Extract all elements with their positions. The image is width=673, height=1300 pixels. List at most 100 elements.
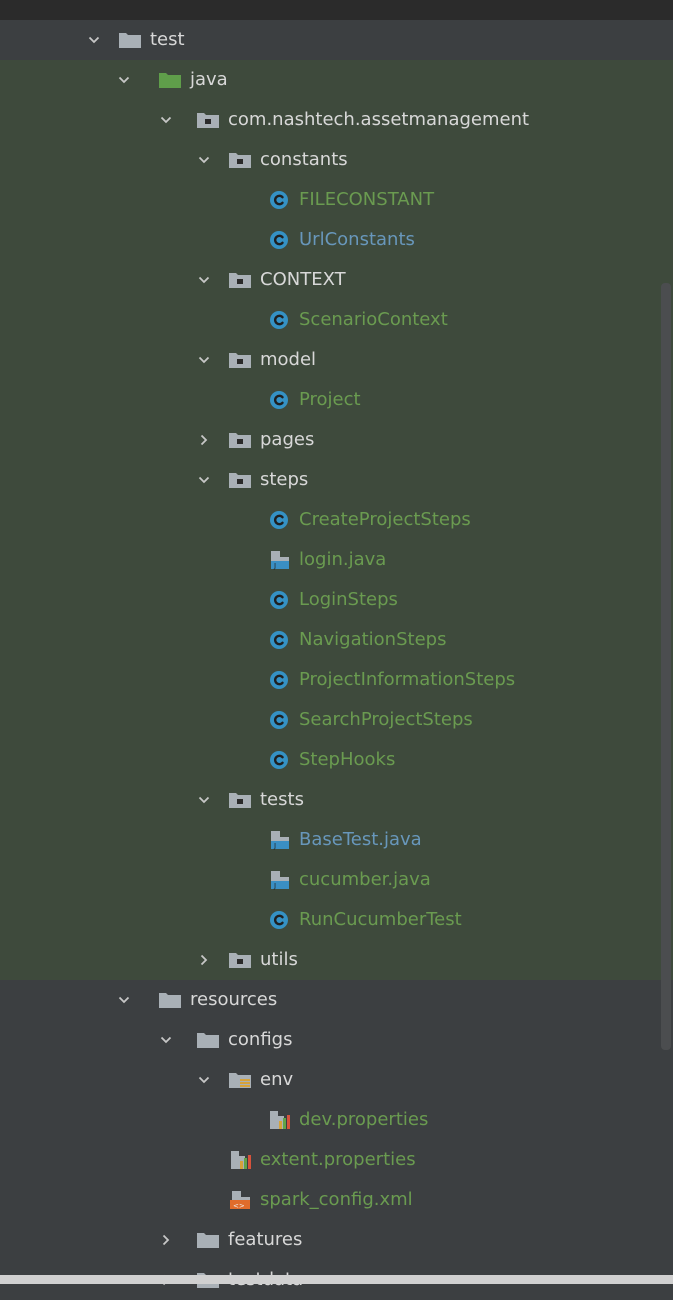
package-icon [228,950,252,970]
class-icon [267,390,291,410]
tree-row[interactable]: Jlogin.java [0,540,673,580]
package-icon [228,350,252,370]
tree-row[interactable]: NavigationSteps [0,620,673,660]
package-icon [228,430,252,450]
chevron-down-icon[interactable] [118,994,130,1006]
package-icon [228,470,252,490]
svg-text:J: J [273,882,276,890]
tree-row[interactable]: dev.properties [0,1100,673,1140]
folder-icon [158,990,182,1010]
java-file-icon: J [267,550,291,570]
tree-item-label: constants [260,149,348,170]
tree-row[interactable]: configs [0,1020,673,1060]
tree-item-label: LoginSteps [299,589,398,610]
chevron-right-icon[interactable] [198,434,210,446]
tree-item-label: login.java [299,549,387,570]
chevron-down-icon[interactable] [198,1074,210,1086]
tree-row[interactable]: java [0,60,673,100]
vertical-scrollbar[interactable] [661,283,671,1050]
tree-row[interactable]: FILECONSTANT [0,180,673,220]
tree-row[interactable]: resources [0,980,673,1020]
source-folder-icon [158,70,182,90]
tree-row[interactable]: RunCucumberTest [0,900,673,940]
package-icon [228,150,252,170]
class-icon [267,630,291,650]
tree-item-label: test [150,29,185,50]
class-icon [267,510,291,530]
folder-icon [196,1030,220,1050]
tree-row[interactable]: Project [0,380,673,420]
tree-item-label: cucumber.java [299,869,431,890]
chevron-down-icon[interactable] [198,154,210,166]
tree-item-label: NavigationSteps [299,629,447,650]
folder-icon [118,30,142,50]
tree-row[interactable]: steps [0,460,673,500]
properties-file-icon [267,1110,291,1130]
folder-icon [196,1230,220,1250]
chevron-right-icon[interactable] [198,954,210,966]
tree-item-label: features [228,1229,303,1250]
chevron-down-icon[interactable] [160,1034,172,1046]
chevron-down-icon[interactable] [118,74,130,86]
tree-item-label: spark_config.xml [260,1189,413,1210]
chevron-right-icon[interactable] [160,1234,172,1246]
tree-row[interactable]: SearchProjectSteps [0,700,673,740]
tree-row[interactable]: model [0,340,673,380]
tree-item-label: ProjectInformationSteps [299,669,516,690]
class-icon [267,710,291,730]
properties-file-icon [228,1150,252,1170]
tree-row[interactable]: pages [0,420,673,460]
svg-text:J: J [273,562,276,570]
tree-row[interactable]: env [0,1060,673,1100]
tree-item-label: pages [260,429,315,450]
java-file-icon: J [267,870,291,890]
tree-row[interactable]: LoginSteps [0,580,673,620]
tree-row[interactable]: tests [0,780,673,820]
tree-row[interactable]: utils [0,940,673,980]
class-icon [267,190,291,210]
tree-row[interactable]: constants [0,140,673,180]
tree-row[interactable]: ScenarioContext [0,300,673,340]
tree-item-label: dev.properties [299,1109,429,1130]
tree-item-label: CONTEXT [260,269,346,290]
class-icon [267,910,291,930]
tree-row[interactable]: Jcucumber.java [0,860,673,900]
tree-row[interactable]: J BaseTest.java [0,820,673,860]
package-icon [228,790,252,810]
java-file-icon: J [267,830,291,850]
tree-row[interactable]: UrlConstants [0,220,673,260]
tree-item-label: FILECONSTANT [299,189,435,210]
tree-item-label: CreateProjectSteps [299,509,471,530]
tree-row[interactable]: features [0,1220,673,1260]
tree-item-label: env [260,1069,294,1090]
chevron-down-icon[interactable] [88,34,100,46]
class-icon [267,670,291,690]
tree-item-label: SearchProjectSteps [299,709,473,730]
chevron-down-icon[interactable] [160,114,172,126]
tree-row[interactable]: ProjectInformationSteps [0,660,673,700]
tree-item-label: com.nashtech.assetmanagement [228,109,530,130]
svg-text:J: J [273,842,276,850]
tree-item-label: configs [228,1029,293,1050]
tree-row[interactable]: CreateProjectSteps [0,500,673,540]
package-icon [228,270,252,290]
tree-row[interactable]: com.nashtech.assetmanagement [0,100,673,140]
tree-item-label: tests [260,789,304,810]
tree-row[interactable]: StepHooks [0,740,673,780]
tree-item-label: RunCucumberTest [299,909,462,930]
tree-row[interactable]: <> spark_config.xml [0,1180,673,1220]
tree-item-label: ScenarioContext [299,309,448,330]
chevron-down-icon[interactable] [198,354,210,366]
svg-text:<>: <> [233,1202,245,1210]
tree-row[interactable]: extent.properties [0,1140,673,1180]
chevron-down-icon[interactable] [198,474,210,486]
resource-folder-icon [228,1070,252,1090]
tree-item-label: utils [260,949,298,970]
tree-item-label: steps [260,469,309,490]
package-icon [196,110,220,130]
chevron-down-icon[interactable] [198,794,210,806]
tree-row[interactable]: test [0,20,673,60]
panel-bottom-edge [0,1275,673,1284]
chevron-down-icon[interactable] [198,274,210,286]
tree-row[interactable]: CONTEXT [0,260,673,300]
